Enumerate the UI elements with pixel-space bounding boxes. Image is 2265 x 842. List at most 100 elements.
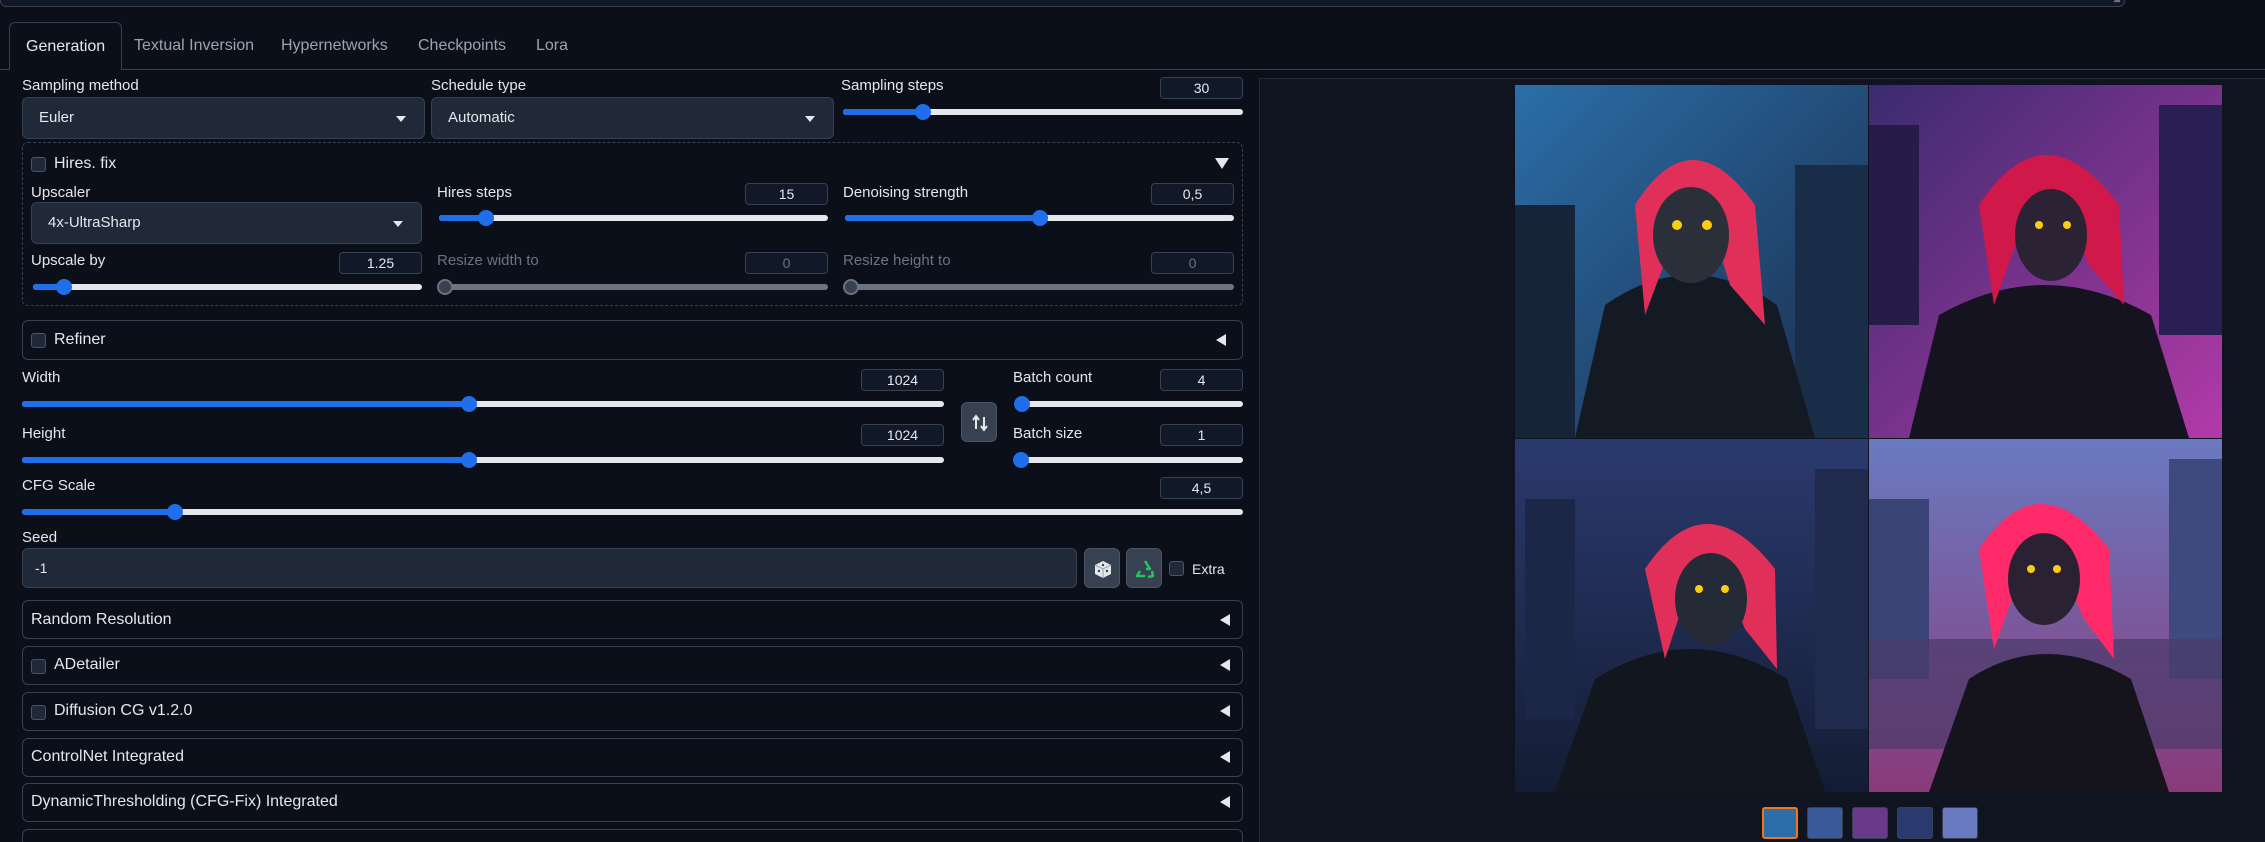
resize-width-input: 0 (745, 252, 828, 274)
refiner-panel[interactable] (22, 320, 1243, 360)
tab-hypernetworks[interactable]: Hypernetworks (281, 22, 388, 70)
batch-count-slider[interactable] (1013, 396, 1243, 412)
swap-arrows-icon (972, 414, 988, 432)
accordion-title: Random Resolution (31, 611, 172, 628)
chevron-down-icon (393, 221, 403, 227)
slider-knob[interactable] (477, 210, 494, 226)
tab-textual-inversion[interactable]: Textual Inversion (134, 22, 254, 70)
tab-checkpoints[interactable]: Checkpoints (418, 22, 506, 70)
upscaler-dropdown[interactable]: 4x-UltraSharp (31, 202, 422, 244)
generated-image (1515, 439, 1868, 792)
height-label: Height (22, 425, 66, 442)
refiner-checkbox[interactable] (31, 333, 46, 348)
denoising-strength-input[interactable]: 0,5 (1151, 183, 1234, 205)
slider-knob[interactable] (1013, 396, 1030, 412)
schedule-type-label: Schedule type (431, 77, 527, 94)
accordion-next-partial[interactable] (22, 829, 1243, 842)
batch-size-label: Batch size (1013, 425, 1083, 442)
sampling-steps-input[interactable]: 30 (1160, 77, 1243, 99)
prompt-textarea[interactable]: ◢ (0, 0, 2125, 7)
chevron-down-icon (805, 116, 815, 122)
width-slider[interactable] (22, 396, 944, 412)
expand-arrow-icon[interactable] (1220, 751, 1230, 763)
hires-steps-input[interactable]: 15 (745, 183, 828, 205)
slider-knob[interactable] (166, 504, 183, 520)
slider-knob[interactable] (1013, 452, 1029, 468)
slider-knob[interactable] (461, 396, 478, 412)
expand-arrow-icon[interactable] (1220, 796, 1230, 808)
slider-fill (22, 401, 470, 407)
width-label: Width (22, 369, 61, 386)
accordion-controlnet[interactable] (22, 738, 1243, 777)
accordion-random-resolution[interactable] (22, 600, 1243, 639)
sampling-steps-slider[interactable] (843, 104, 1243, 120)
refiner-title: Refiner (54, 331, 106, 348)
height-input[interactable]: 1024 (861, 424, 944, 446)
adetailer-checkbox[interactable] (31, 659, 46, 674)
output-image-4[interactable] (1869, 439, 2222, 792)
output-image-1[interactable] (1515, 85, 1868, 438)
slider-fill (843, 109, 923, 115)
tab-generation[interactable]: Generation (9, 22, 123, 70)
resize-handle-icon[interactable]: ◢ (2113, 0, 2120, 4)
dice-icon (1094, 561, 1112, 578)
accordion-adetailer[interactable] (22, 646, 1243, 685)
expand-arrow-icon[interactable] (1220, 614, 1230, 626)
slider-knob[interactable] (915, 104, 931, 120)
extra-seed-label: Extra (1192, 561, 1225, 577)
expand-arrow-icon[interactable] (1220, 659, 1230, 671)
output-image-3[interactable] (1515, 439, 1868, 792)
accordion-title: Diffusion CG v1.2.0 (54, 702, 193, 719)
seed-input[interactable]: -1 (22, 548, 1077, 588)
random-seed-button[interactable] (1084, 548, 1120, 588)
expand-arrow-icon[interactable] (1220, 705, 1230, 717)
gallery-thumbnail[interactable] (1852, 807, 1888, 839)
schedule-type-dropdown[interactable]: Automatic (431, 97, 834, 139)
diffusion-cg-checkbox[interactable] (31, 705, 46, 720)
upscale-by-input[interactable]: 1.25 (339, 252, 422, 274)
denoising-strength-slider[interactable] (845, 210, 1234, 226)
cfg-scale-input[interactable]: 4,5 (1160, 477, 1243, 499)
schedule-type-value: Automatic (448, 109, 515, 126)
upscaler-label: Upscaler (31, 184, 91, 201)
accordion-title: ADetailer (54, 656, 120, 673)
output-image-2[interactable] (1869, 85, 2222, 438)
cfg-scale-slider[interactable] (22, 504, 1243, 520)
accordion-title: DynamicThresholding (CFG-Fix) Integrated (31, 793, 338, 810)
swap-dimensions-button[interactable] (961, 402, 997, 442)
seed-value: -1 (35, 560, 48, 576)
accordion-diffusion-cg[interactable] (22, 692, 1243, 731)
upscale-by-slider[interactable] (33, 279, 422, 295)
cfg-scale-label: CFG Scale (22, 477, 96, 494)
gallery-thumbnail[interactable] (1942, 807, 1978, 839)
slider-knob (843, 279, 859, 295)
hires-fix-title: Hires. fix (54, 155, 117, 172)
gallery-thumbnail[interactable] (1897, 807, 1933, 839)
collapse-arrow-icon[interactable] (1215, 158, 1229, 169)
hires-steps-label: Hires steps (437, 184, 513, 201)
batch-size-input[interactable]: 1 (1160, 424, 1243, 446)
seed-label: Seed (22, 529, 58, 546)
reuse-seed-button[interactable] (1126, 548, 1162, 588)
accordion-title: ControlNet Integrated (31, 748, 184, 765)
slider-knob[interactable] (1031, 210, 1048, 226)
recycle-icon (1135, 560, 1155, 579)
expand-arrow-icon[interactable] (1216, 334, 1226, 346)
batch-count-input[interactable]: 4 (1160, 369, 1243, 391)
tab-lora[interactable]: Lora (536, 22, 568, 70)
hires-steps-slider[interactable] (439, 210, 828, 226)
gallery-thumbnail[interactable] (1762, 807, 1798, 839)
chevron-down-icon (396, 116, 406, 122)
extra-seed-checkbox[interactable] (1169, 561, 1184, 576)
batch-size-slider[interactable] (1013, 452, 1243, 468)
sampling-method-dropdown[interactable]: Euler (22, 97, 425, 139)
gallery-thumbnail[interactable] (1807, 807, 1843, 839)
sampling-method-value: Euler (39, 109, 75, 126)
resize-width-label: Resize width to (437, 252, 539, 269)
hires-fix-checkbox[interactable] (31, 157, 46, 172)
slider-fill (22, 509, 175, 515)
slider-knob[interactable] (461, 452, 478, 468)
slider-knob[interactable] (56, 279, 73, 295)
height-slider[interactable] (22, 452, 944, 468)
width-input[interactable]: 1024 (861, 369, 944, 391)
